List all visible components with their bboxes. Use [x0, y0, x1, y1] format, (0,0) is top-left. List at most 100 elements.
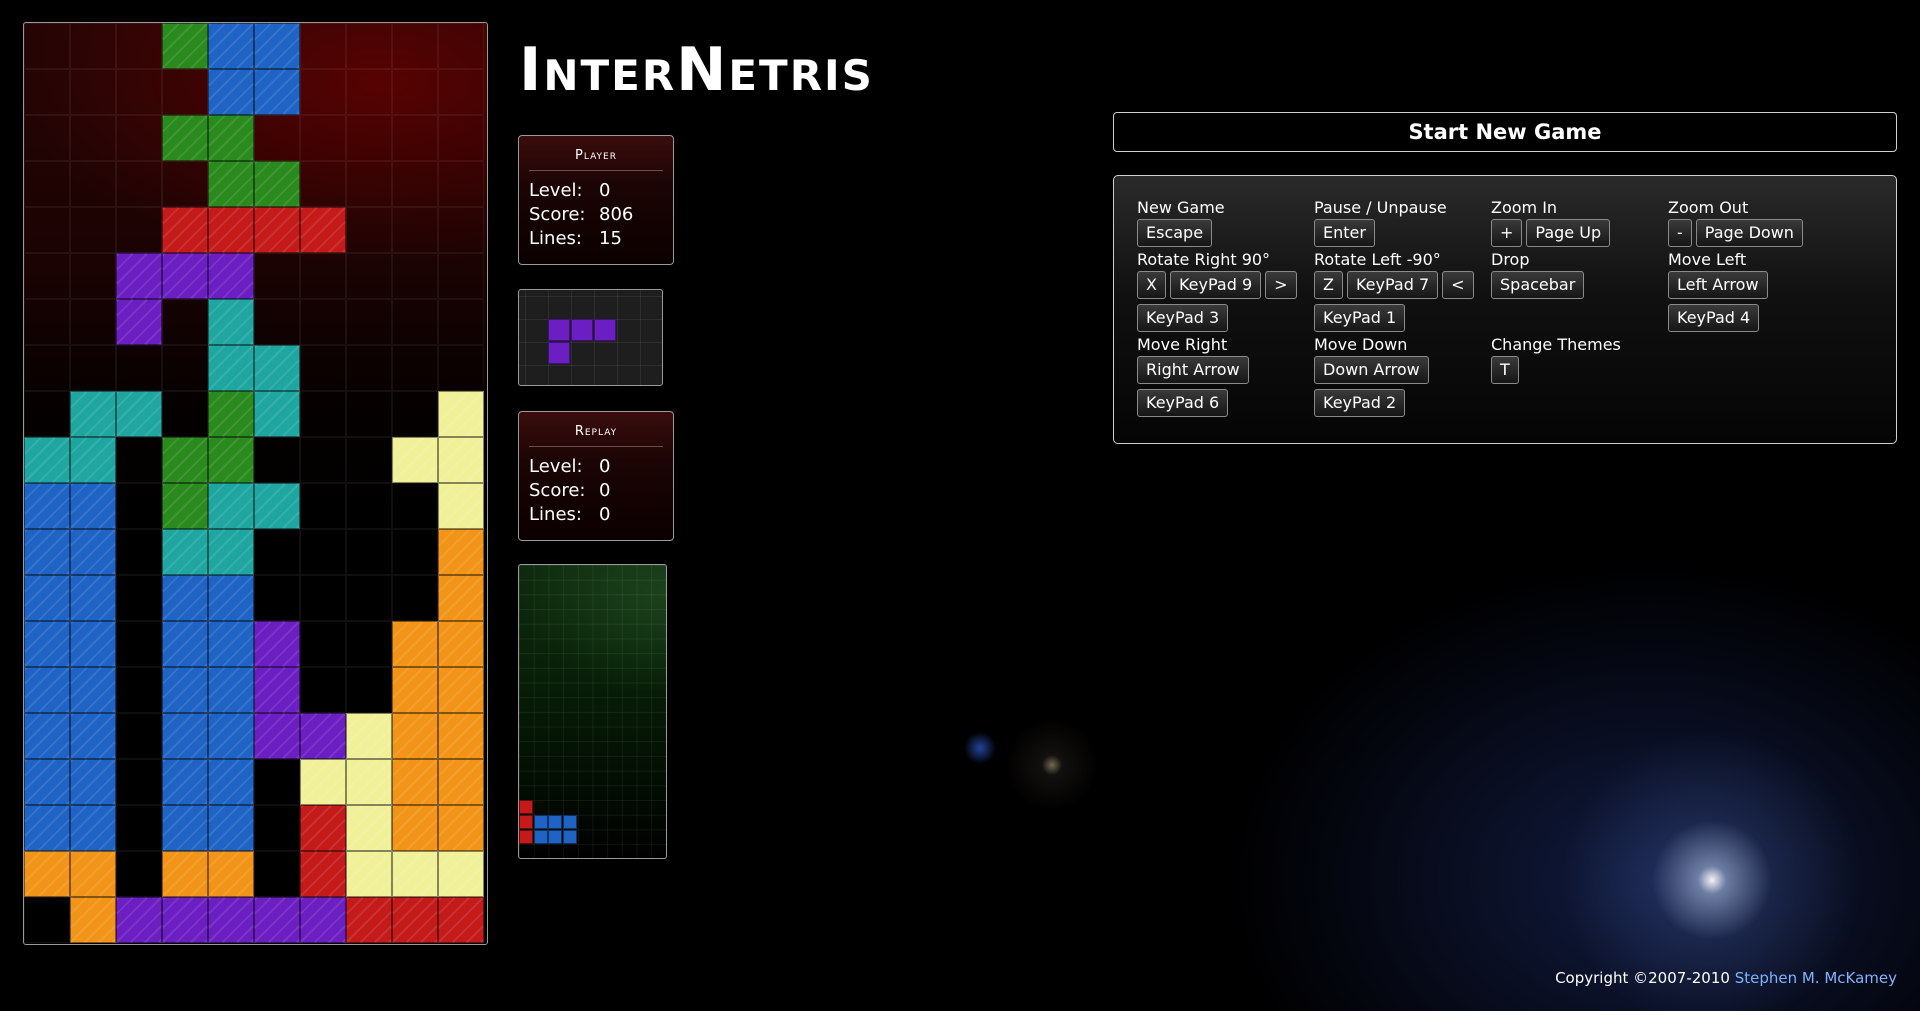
board-cell — [392, 575, 438, 621]
key-keypad-3[interactable]: KeyPad 3 — [1137, 304, 1229, 332]
board-cell — [116, 575, 162, 621]
key-z[interactable]: Z — [1314, 271, 1343, 299]
board-cell — [346, 483, 392, 529]
board-cell — [300, 23, 346, 69]
key-enter[interactable]: Enter — [1314, 219, 1375, 247]
board-cell — [70, 253, 116, 299]
replay-score-row: Score: 0 — [529, 479, 663, 503]
board-block — [254, 161, 300, 207]
board-block — [254, 621, 300, 667]
control-label: Move Right — [1137, 335, 1228, 354]
key-keypad-2[interactable]: KeyPad 2 — [1314, 389, 1406, 417]
key-left-arrow[interactable]: Left Arrow — [1668, 271, 1768, 299]
key-x[interactable]: X — [1137, 271, 1166, 299]
board-block — [70, 575, 116, 621]
board-block — [208, 667, 254, 713]
board-cell — [162, 391, 208, 437]
board-cell — [392, 207, 438, 253]
key-keypad-7[interactable]: KeyPad 7 — [1346, 271, 1439, 299]
board-block — [254, 23, 300, 69]
board-block — [208, 253, 254, 299]
level-label: Level: — [529, 456, 583, 477]
player-score-value: 806 — [599, 204, 634, 225]
board-block — [438, 621, 484, 667]
board-block — [300, 805, 346, 851]
start-new-game-button[interactable]: Start New Game — [1113, 112, 1897, 152]
next-piece-preview — [518, 289, 663, 386]
board-cell — [300, 391, 346, 437]
board-block — [116, 299, 162, 345]
key-less-than[interactable]: < — [1442, 271, 1474, 299]
board-block — [254, 391, 300, 437]
board-cell — [254, 299, 300, 345]
board-cell — [438, 253, 484, 299]
board-block — [208, 897, 254, 943]
key-right-arrow[interactable]: Right Arrow — [1137, 356, 1249, 384]
key-keypad-9[interactable]: KeyPad 9 — [1169, 271, 1262, 299]
board-cell — [438, 69, 484, 115]
key-page-up[interactable]: Page Up — [1526, 219, 1611, 247]
board-block — [162, 115, 208, 161]
key-spacebar[interactable]: Spacebar — [1491, 271, 1585, 299]
key-keypad-6[interactable]: KeyPad 6 — [1137, 389, 1229, 417]
board-block — [392, 851, 438, 897]
board-block — [162, 805, 208, 851]
key-down-arrow[interactable]: Down Arrow — [1314, 356, 1429, 384]
board-block — [162, 759, 208, 805]
key-keypad-1[interactable]: KeyPad 1 — [1314, 304, 1406, 332]
board-cell — [392, 391, 438, 437]
board-cell — [300, 621, 346, 667]
board-cell — [116, 529, 162, 575]
board-block — [438, 529, 484, 575]
board-cell — [438, 161, 484, 207]
board-block — [438, 391, 484, 437]
control-pause: Pause / Unpause Enter — [1314, 198, 1447, 247]
board-block — [438, 759, 484, 805]
key-minus[interactable]: - — [1668, 219, 1692, 247]
score-label: Score: — [529, 204, 586, 225]
control-rotate-left: Rotate Left -90° Z KeyPad 7 < KeyPad 1 — [1314, 250, 1474, 332]
replay-block — [548, 829, 563, 844]
board-cell — [24, 115, 70, 161]
board-cell — [116, 23, 162, 69]
replay-level-value: 0 — [599, 456, 611, 477]
board-cell — [346, 207, 392, 253]
key-keypad-4[interactable]: KeyPad 4 — [1668, 304, 1760, 332]
next-piece-block — [594, 319, 616, 341]
lines-label: Lines: — [529, 504, 582, 525]
board-cell — [438, 299, 484, 345]
board-block — [346, 851, 392, 897]
board-block — [208, 345, 254, 391]
board-cell — [162, 161, 208, 207]
board-cell — [70, 299, 116, 345]
board-block — [438, 713, 484, 759]
board-block — [162, 437, 208, 483]
author-link[interactable]: Stephen M. McKamey — [1735, 969, 1897, 987]
control-label: Move Left — [1668, 250, 1747, 269]
board-block — [24, 483, 70, 529]
board-cell — [392, 161, 438, 207]
board-block — [162, 621, 208, 667]
next-piece-block — [571, 319, 593, 341]
game-board[interactable] — [23, 22, 488, 945]
board-block — [208, 299, 254, 345]
board-cell — [346, 391, 392, 437]
board-cell — [438, 115, 484, 161]
board-block — [208, 805, 254, 851]
board-block — [254, 667, 300, 713]
board-cell — [300, 253, 346, 299]
board-cell — [300, 575, 346, 621]
replay-panel: Replay Level: 0 Score: 0 Lines: 0 — [518, 411, 674, 541]
key-t[interactable]: T — [1491, 356, 1519, 384]
key-greater-than[interactable]: > — [1265, 271, 1297, 299]
key-page-down[interactable]: Page Down — [1695, 219, 1803, 247]
key-plus[interactable]: + — [1491, 219, 1523, 247]
board-cell — [300, 299, 346, 345]
board-cell — [24, 23, 70, 69]
board-block — [254, 207, 300, 253]
board-block — [24, 575, 70, 621]
key-escape[interactable]: Escape — [1137, 219, 1213, 247]
board-block — [162, 851, 208, 897]
board-cell — [438, 23, 484, 69]
board-cell — [254, 805, 300, 851]
